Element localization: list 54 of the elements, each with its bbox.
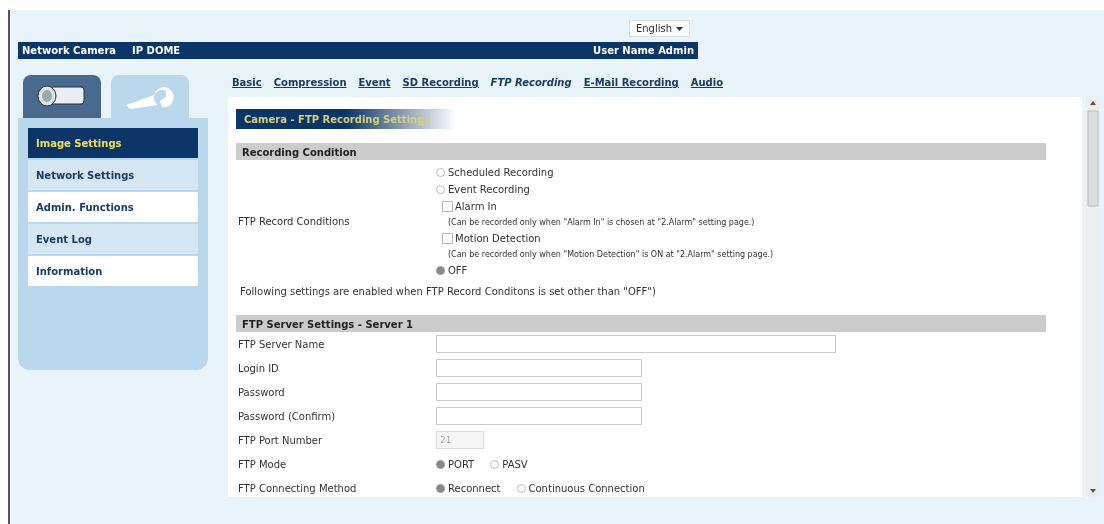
wrench-icon [126,86,174,109]
sidebar-item[interactable]: Event Log [28,224,198,254]
field-label: FTP Server Name [238,337,326,352]
field-label: Password (Confirm) [238,409,337,424]
option-label: Continuous Connection [528,482,645,494]
section-heading: FTP Server Settings - Server 1 [236,315,1046,332]
page-title: Camera - FTP Recording Settings [236,109,456,129]
option-label: Reconnect [448,482,501,494]
tab[interactable]: Audio [690,75,724,95]
camera-icon [37,85,85,106]
field-label: FTP Port Number [238,433,324,448]
tab[interactable]: Compression [273,75,347,95]
sidebar-item[interactable]: Network Settings [28,160,198,190]
field-label: Login ID [238,361,280,376]
product-name: Network Camera [22,44,117,58]
note-text: (Can be recorded only when "Motion Detection" is ON at "2.Alarm" setting page.) [447,249,774,261]
dropdown-value: English [635,22,672,35]
option-label: OFF [448,265,468,276]
model-name: IP DOME [132,44,181,58]
checkbox[interactable] [442,233,453,244]
option-label: Event Recording [448,184,530,195]
option-label: Alarm In [455,201,497,212]
field-label: Password [238,385,286,400]
tab[interactable]: SD Recording [402,75,479,95]
note-text: Following settings are enabled when FTP Record Conditons is set other than "OFF") [239,285,657,299]
tab[interactable]: E-Mail Recording [583,75,679,95]
field-label: FTP Connecting Method [238,481,358,496]
scrollbar[interactable] [1086,97,1100,497]
field-label: FTP Mode [238,457,288,472]
input-field[interactable] [436,383,642,401]
radio-button[interactable] [436,459,445,469]
tab[interactable]: Basic [232,75,262,95]
option-label: PORT [448,458,475,470]
input-field[interactable] [436,359,642,377]
checkbox[interactable] [442,201,453,212]
side-tab[interactable] [23,75,101,118]
note-text: (Can be recorded only when "Alarm In" is chosen at "2.Alarm" setting page.) [447,217,756,229]
sidebar-item[interactable]: Image Settings [28,128,198,158]
option-label: PASV [502,458,528,470]
tab[interactable]: Event [358,75,391,95]
radio-button[interactable] [436,483,445,493]
language-dropdown[interactable]: English [628,20,690,37]
radio-button[interactable] [436,266,445,275]
sidebar-item[interactable]: Admin. Functions [28,192,198,222]
caret-icon [676,26,683,31]
sidebar-item[interactable]: Information [28,256,198,286]
input-field[interactable] [436,335,836,353]
user-name: User Name Admin [593,44,694,58]
field-label: FTP Record Conditions [238,215,351,229]
option-label: Scheduled Recording [448,167,554,178]
section-heading: Recording Condition [236,143,1046,160]
tab[interactable]: FTP Recording [490,75,572,95]
option-label: Motion Detection [455,233,541,244]
input-field[interactable] [436,407,642,425]
